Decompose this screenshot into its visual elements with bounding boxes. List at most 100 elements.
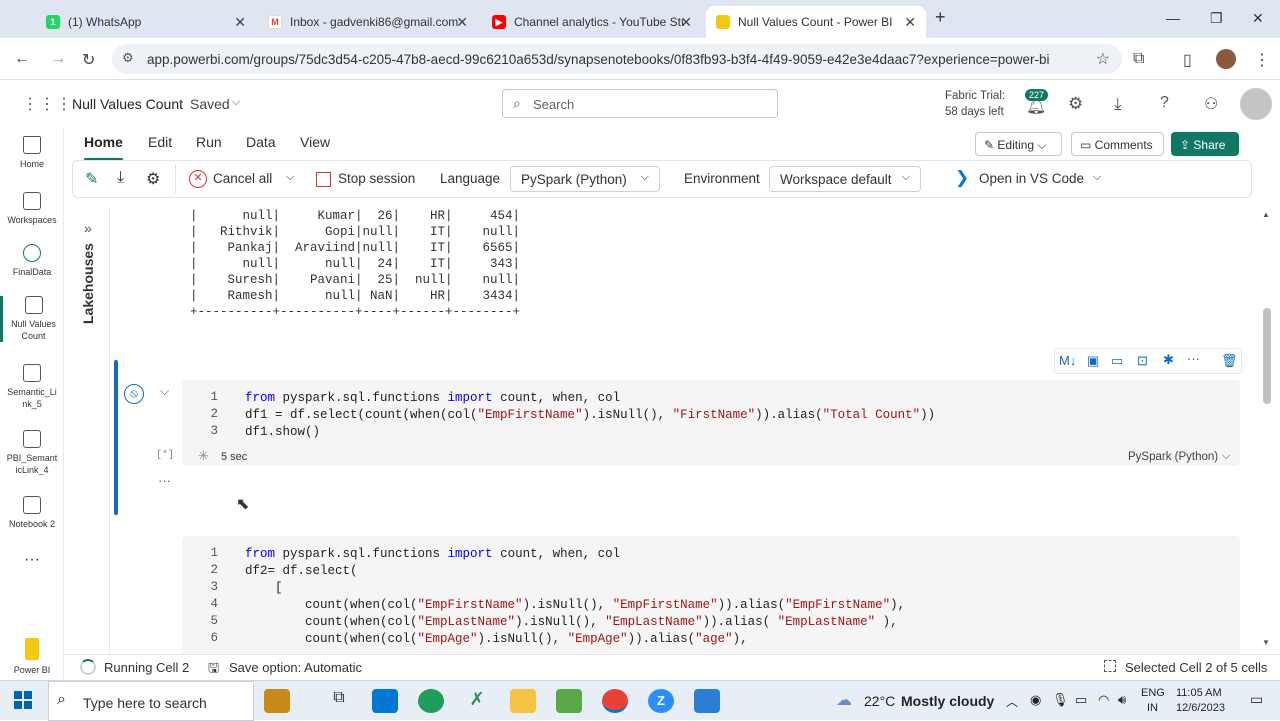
code-line[interactable]: count(when(col("EmpAge").isNull(), "EmpA… <box>245 631 748 648</box>
chart-app-icon[interactable] <box>556 689 582 713</box>
more-icon[interactable]: ··· <box>0 552 64 568</box>
cancel-all-button[interactable]: Cancel all <box>213 171 272 186</box>
paint-app-icon[interactable] <box>694 689 720 713</box>
weather-temp[interactable]: 22°C <box>864 693 895 709</box>
comments-button[interactable]: ▭ Comments <box>1071 132 1164 156</box>
rail-item-finaldata[interactable]: FinalData <box>0 244 64 278</box>
notebook-title[interactable]: Null Values Count <box>72 96 183 112</box>
code-line[interactable]: count(when(col("EmpLastName").isNull(), … <box>245 614 898 631</box>
stop-session-button[interactable]: Stop session <box>338 171 415 186</box>
comment-icon[interactable]: ▭ <box>1111 353 1123 369</box>
forward-icon[interactable]: → <box>50 50 66 68</box>
close-tab-icon[interactable]: ✕ <box>680 14 692 31</box>
user-avatar[interactable] <box>1240 88 1272 120</box>
microphone-icon[interactable]: 🎙︎ <box>1052 692 1069 708</box>
file-explorer-icon[interactable] <box>510 689 536 713</box>
url-input[interactable]: ⚙ app.powerbi.com/groups/75dc3d54-c205-4… <box>112 44 1122 74</box>
frame-icon[interactable]: ▣ <box>1087 353 1099 369</box>
share-button[interactable]: ⇪ Share <box>1171 132 1239 156</box>
bookmark-star-icon[interactable]: ☆ <box>1096 49 1110 69</box>
code-line[interactable]: count(when(col("EmpFirstName").isNull(),… <box>245 597 905 614</box>
browser-tab-active[interactable]: Null Values Count - Power BI ✕ <box>706 6 926 38</box>
extensions-icon[interactable]: ⧉ <box>1133 50 1144 68</box>
rail-item-workspaces[interactable]: Workspaces <box>0 192 64 226</box>
reload-icon[interactable]: ↻ <box>82 50 95 70</box>
tab-home[interactable]: Home <box>84 134 123 161</box>
search-input[interactable]: ⌕ Search <box>502 89 778 118</box>
lakehouses-panel[interactable]: » Lakehouses <box>74 208 110 654</box>
open-in-vscode-button[interactable]: Open in VS Code <box>979 171 1084 186</box>
sidepanel-icon[interactable]: ▯ <box>1183 50 1192 70</box>
code-line[interactable]: from pyspark.sql.functions import count,… <box>245 390 620 407</box>
browser-tab[interactable]: M Inbox - gadvenki86@gmail.com ✕ <box>258 6 478 38</box>
rail-item-powerbi[interactable]: Power BI <box>0 638 64 676</box>
settings-icon[interactable]: ⚙ <box>1068 94 1083 114</box>
clock-time[interactable]: 11:05 AM <box>1176 687 1222 699</box>
rail-item-home[interactable]: Home <box>0 136 64 170</box>
markdown-toggle-icon[interactable]: M↓ <box>1059 353 1076 368</box>
edge-app-icon[interactable] <box>418 689 444 713</box>
vertical-scrollbar[interactable]: ▲ ▼ <box>1260 210 1272 650</box>
delete-icon[interactable]: 🗑︎ <box>1221 353 1238 369</box>
editing-mode-button[interactable]: ✎ Editing ⌵ <box>975 132 1062 156</box>
task-view-icon[interactable]: ⧉ <box>326 689 352 713</box>
chevron-up-icon[interactable]: ︿ <box>1006 693 1018 710</box>
browser-tab[interactable]: 1 (1) WhatsApp ✕ <box>36 6 256 38</box>
code-cell-2[interactable]: 1 from pyspark.sql.functions import count… <box>182 536 1240 654</box>
tab-run[interactable]: Run <box>196 134 222 150</box>
scroll-up-icon[interactable]: ▲ <box>1262 210 1270 219</box>
code-line[interactable]: [ <box>245 580 283 597</box>
save-option[interactable]: Save option: Automatic <box>229 660 362 675</box>
help-icon[interactable]: ? <box>1160 94 1169 112</box>
tab-view[interactable]: View <box>300 134 330 150</box>
download-icon[interactable]: ⤓ <box>1114 94 1122 114</box>
rail-item-pbi-semantic-link-4[interactable]: PBI_SemanticLink_4 <box>0 430 64 476</box>
weather-desc[interactable]: Mostly cloudy <box>901 693 994 709</box>
windows-start-icon[interactable] <box>14 691 32 709</box>
code-cell-1[interactable]: 1 from pyspark.sql.functions import count… <box>182 380 1240 466</box>
zoom-app-icon[interactable]: Z <box>648 689 674 713</box>
browser-tab[interactable]: ▶ Channel analytics - YouTube Stu ✕ <box>482 6 702 38</box>
taskbar-search[interactable]: ⌕ Type here to search <box>48 681 254 721</box>
battery-icon[interactable]: ▭ <box>1075 692 1087 708</box>
cancel-cell-icon[interactable]: ⦸ <box>124 384 144 404</box>
notification-center-icon[interactable]: ▭ <box>1250 691 1263 708</box>
app-launcher-icon[interactable]: ⋮⋮⋮ <box>22 94 73 114</box>
rail-item-notebook-2[interactable]: Notebook 2 <box>0 496 64 530</box>
notebook-edit-icon[interactable]: ✎ <box>85 169 98 189</box>
code-app-icon[interactable]: ✗ <box>464 689 490 713</box>
camera-icon[interactable]: ◉ <box>1030 692 1041 708</box>
more-icon[interactable]: ··· <box>158 473 171 488</box>
download-icon[interactable]: ⤓ <box>117 169 124 187</box>
maximize-button[interactable]: ❐ <box>1210 10 1223 27</box>
close-tab-icon[interactable]: ✕ <box>234 14 246 31</box>
expand-icon[interactable]: » <box>84 220 92 236</box>
language-indicator[interactable]: ENG <box>1141 687 1165 699</box>
cell-language[interactable]: PySpark (Python) <box>1128 451 1218 463</box>
chevron-down-icon[interactable]: ⌵ <box>1093 171 1101 184</box>
close-window-button[interactable]: ✕ <box>1252 10 1264 27</box>
new-tab-button[interactable]: + <box>935 7 946 28</box>
settings-icon[interactable]: ⚙ <box>146 169 160 189</box>
briefcase-app-icon[interactable] <box>264 689 290 713</box>
language-select[interactable]: PySpark (Python) ⌵ <box>510 166 660 192</box>
environment-select[interactable]: Workspace default ⌵ <box>769 166 921 192</box>
close-tab-icon[interactable]: ✕ <box>904 14 916 31</box>
browser-menu-icon[interactable]: ⋮ <box>1254 50 1270 70</box>
code-line[interactable]: from pyspark.sql.functions import count,… <box>245 546 620 563</box>
minimize-button[interactable]: — <box>1166 10 1180 26</box>
wifi-icon[interactable]: ◠ <box>1098 692 1109 708</box>
freeze-icon[interactable]: ✱ <box>1163 352 1174 368</box>
site-info-icon[interactable]: ⚙ <box>122 50 134 66</box>
more-icon[interactable]: ··· <box>1187 351 1200 366</box>
code-line[interactable]: df1 = df.select(count(when(col("EmpFirst… <box>245 407 935 424</box>
chevron-down-icon[interactable]: ⌵ <box>1222 450 1230 463</box>
rail-item-semantic-link-5[interactable]: Semantic_Link_5 <box>0 364 64 410</box>
scrollbar-thumb[interactable] <box>1263 308 1271 404</box>
chrome-app-icon[interactable] <box>602 689 628 713</box>
lock-icon[interactable]: ⊡ <box>1137 353 1148 369</box>
scroll-down-icon[interactable]: ▼ <box>1262 638 1270 647</box>
code-line[interactable]: df1.show() <box>245 424 320 441</box>
back-icon[interactable]: ← <box>14 50 30 68</box>
volume-icon[interactable]: 🔊︎ <box>1118 692 1126 708</box>
